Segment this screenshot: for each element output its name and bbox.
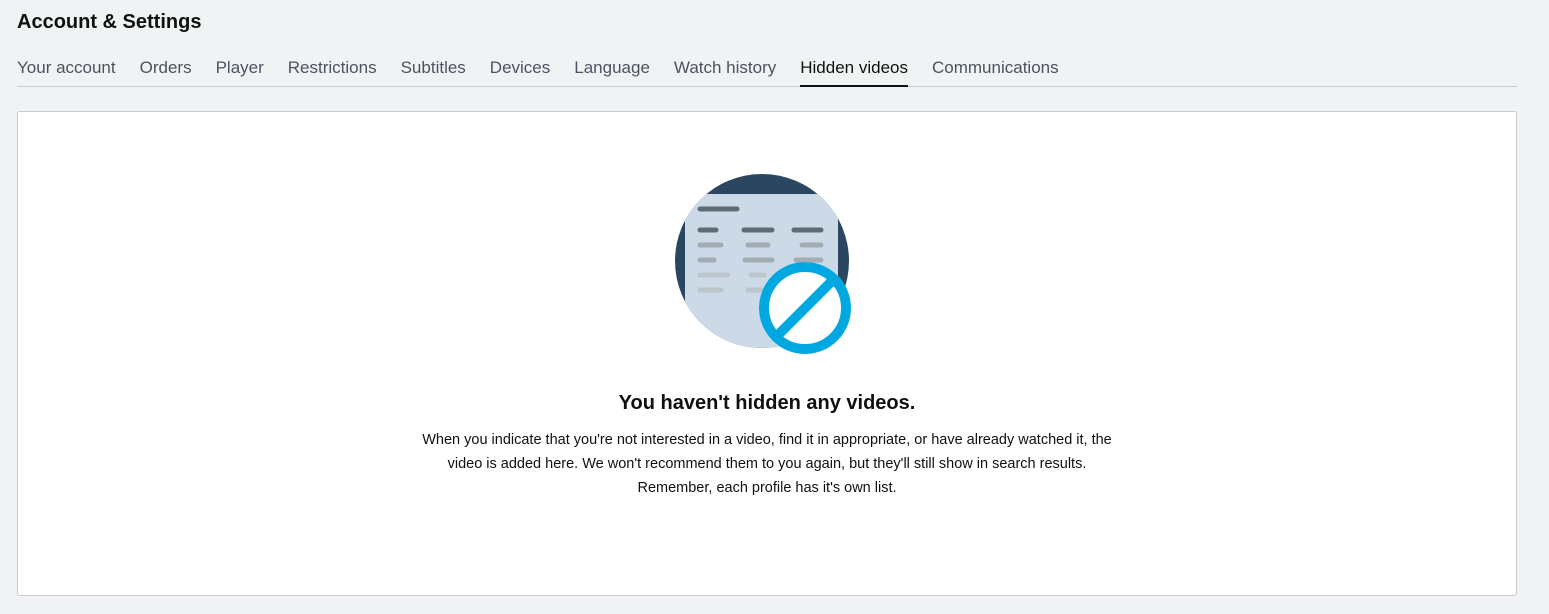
page-title: Account & Settings (17, 11, 202, 33)
tab-player[interactable]: Player (216, 56, 264, 86)
description-line: When you indicate that you're not intere… (422, 432, 1112, 448)
tab-language[interactable]: Language (574, 56, 650, 86)
tab-orders[interactable]: Orders (140, 56, 192, 86)
description-line: Remember, each profile has it's own list… (637, 480, 897, 496)
settings-tabs: Your account Orders Player Restrictions … (17, 56, 1517, 87)
tab-hidden-videos[interactable]: Hidden videos (800, 56, 908, 87)
empty-state-title: You haven't hidden any videos. (618, 392, 916, 414)
tab-devices[interactable]: Devices (490, 56, 550, 86)
empty-state-description: When you indicate that you're not intere… (392, 428, 1142, 500)
hidden-videos-panel: You haven't hidden any videos. When you … (17, 111, 1517, 596)
block-icon (759, 262, 851, 354)
hidden-list-blocked-icon (674, 172, 854, 362)
tab-restrictions[interactable]: Restrictions (288, 56, 377, 86)
tab-subtitles[interactable]: Subtitles (401, 56, 466, 86)
tab-communications[interactable]: Communications (932, 56, 1059, 86)
tab-your-account[interactable]: Your account (17, 56, 116, 86)
tab-watch-history[interactable]: Watch history (674, 56, 776, 86)
description-line: video is added here. We won't recommend … (447, 456, 1087, 472)
